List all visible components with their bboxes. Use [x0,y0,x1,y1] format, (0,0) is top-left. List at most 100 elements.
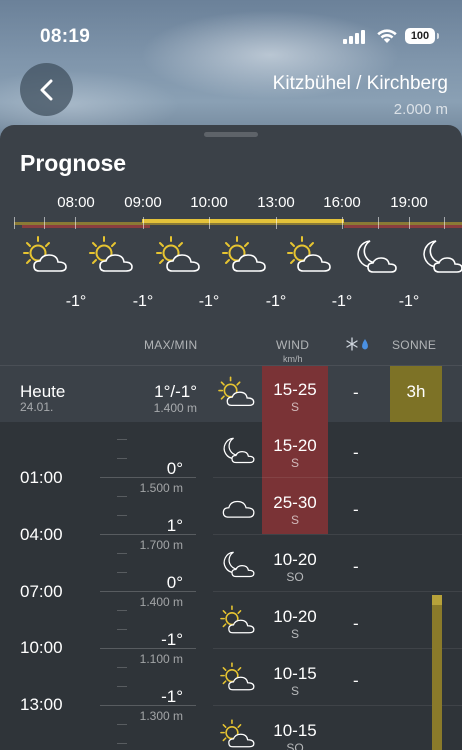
sun-cloud-icon [222,236,266,272]
clock: 08:19 [40,26,91,47]
hour-label: 13:00 [20,695,63,714]
hour-wind: 10-15 S [262,664,328,698]
snow-height: 1.700 m [139,538,183,552]
cloud-icon [222,500,255,518]
location-altitude: 2.000 m [393,101,448,118]
today-date: 24.01. [20,400,54,414]
wind-dir: SO [286,570,304,584]
snow-height: 1.400 m [139,595,183,609]
hour-wind: 10-15 SO [262,721,328,750]
hour-label: 10:00 [20,638,63,657]
wind-speed: 25-30 [273,493,317,512]
precip-value: - [353,671,359,690]
wind-speed: 10-15 [273,721,317,740]
timeline-icons [0,233,462,283]
sunshine-column [432,595,442,750]
timeline-hour: 08:00 [57,194,95,211]
timeline-hours[interactable]: 08:00 09:00 10:00 13:00 16:00 19:00 [0,194,462,214]
timeline-hour: 09:00 [124,194,162,211]
moon-cloud-icon [423,240,462,273]
precip-value: - [353,500,359,519]
today-temp: 1°/-1° [154,382,197,401]
temp-value: -1° [161,687,183,706]
wind-speed: 15-20 [273,436,317,455]
col-header-maxmin: MAX/MIN [144,338,198,352]
today-row[interactable]: Heute 24.01. 1°/-1° 1.400 m 15-25 S - 3h [0,365,462,423]
timeline-temp: -1° [198,293,220,310]
back-button[interactable] [20,63,73,116]
today-sun-hours: 3h [390,366,442,423]
hour-wind: 15-20 S [262,436,328,470]
col-header-wind-unit: km/h [283,354,303,364]
sun-cloud-icon [220,719,255,748]
hour-temp: 0° 1.500 m [113,459,183,495]
precip-snow-rain-icon [346,337,370,356]
hour-wind: 10-20 S [262,607,328,641]
wind-dir: S [290,456,299,470]
precip-value: - [353,557,359,576]
timeline-temp: -1° [65,293,87,310]
sheet-grabber[interactable] [204,132,258,137]
moon-cloud-icon [223,437,255,464]
timeline-hour: 13:00 [257,194,295,211]
timeline-temp: -1° [331,293,353,310]
wind-speed: 10-15 [273,664,317,683]
hour-temp: -1° 1.300 m [113,687,183,723]
timeline-track[interactable] [14,217,462,229]
wifi-icon [377,29,397,43]
hourly-list[interactable] [0,422,462,750]
temp-value: 1° [166,516,183,535]
wind-dir: S [290,513,299,527]
sun-cloud-icon [89,236,133,272]
hour-label: 04:00 [20,525,63,544]
hour-temp: -1° 1.100 m [113,630,183,666]
timeline-temp: -1° [265,293,287,310]
forecast-sheet: Prognose 08:00 09:00 10:00 13:00 16:00 1… [0,125,462,750]
location-header: Kitzbühel / Kirchberg 2.000 m [273,73,448,118]
wind-dir: SO [286,741,304,750]
hour-wind: 25-30 S [262,493,328,527]
snow-height: 1.500 m [139,481,183,495]
today-wind: 15-25 S [262,380,328,414]
today-wind-speed: 15-25 [273,380,317,399]
sun-cloud-icon [220,662,255,691]
col-header-sonne: SONNE [392,338,437,352]
today-snow-height: 1.400 m [153,401,197,415]
wind-dir: S [290,684,299,698]
precip-value: - [353,614,359,633]
today-wind-dir: S [290,400,299,414]
sunshine-bar [142,219,344,223]
precip-value: - [353,443,359,462]
sun-cloud-icon [287,236,331,272]
timeline-temp: -1° [132,293,154,310]
today-precip: - [353,383,359,402]
wind-dir: S [290,627,299,641]
status-bar: 08:19 100 [0,0,462,70]
timeline-hour: 10:00 [190,194,228,211]
sun-cloud-icon [156,236,200,272]
sun-cloud-icon [218,376,255,407]
timeline-hour: 19:00 [390,194,428,211]
location-name: Kitzbühel / Kirchberg [272,73,448,94]
timeline-temp: -1° [398,293,420,310]
cellular-signal-icon [343,30,369,44]
wind-speed: 10-20 [273,607,317,626]
temp-value: 0° [166,459,183,478]
hour-wind: 10-20 SO [262,550,328,584]
sunshine-column-top [432,595,442,605]
sun-cloud-icon [23,236,67,272]
hour-label: 07:00 [20,582,63,601]
temp-value: -1° [161,630,183,649]
timeline-hour: 16:00 [323,194,361,211]
hour-temp: 1° 1.700 m [113,516,183,552]
snow-height: 1.300 m [139,709,183,723]
col-header-wind: WIND [276,338,310,352]
forecast-title: Prognose [20,150,127,176]
chevron-left-icon [40,79,52,100]
wind-speed: 10-20 [273,550,317,569]
today-label: Heute [20,382,66,401]
hour-label: 01:00 [20,468,63,487]
hour-temp: 0° 1.400 m [113,573,183,609]
snow-height: 1.100 m [139,652,183,666]
battery-icon: 100 [405,28,439,44]
